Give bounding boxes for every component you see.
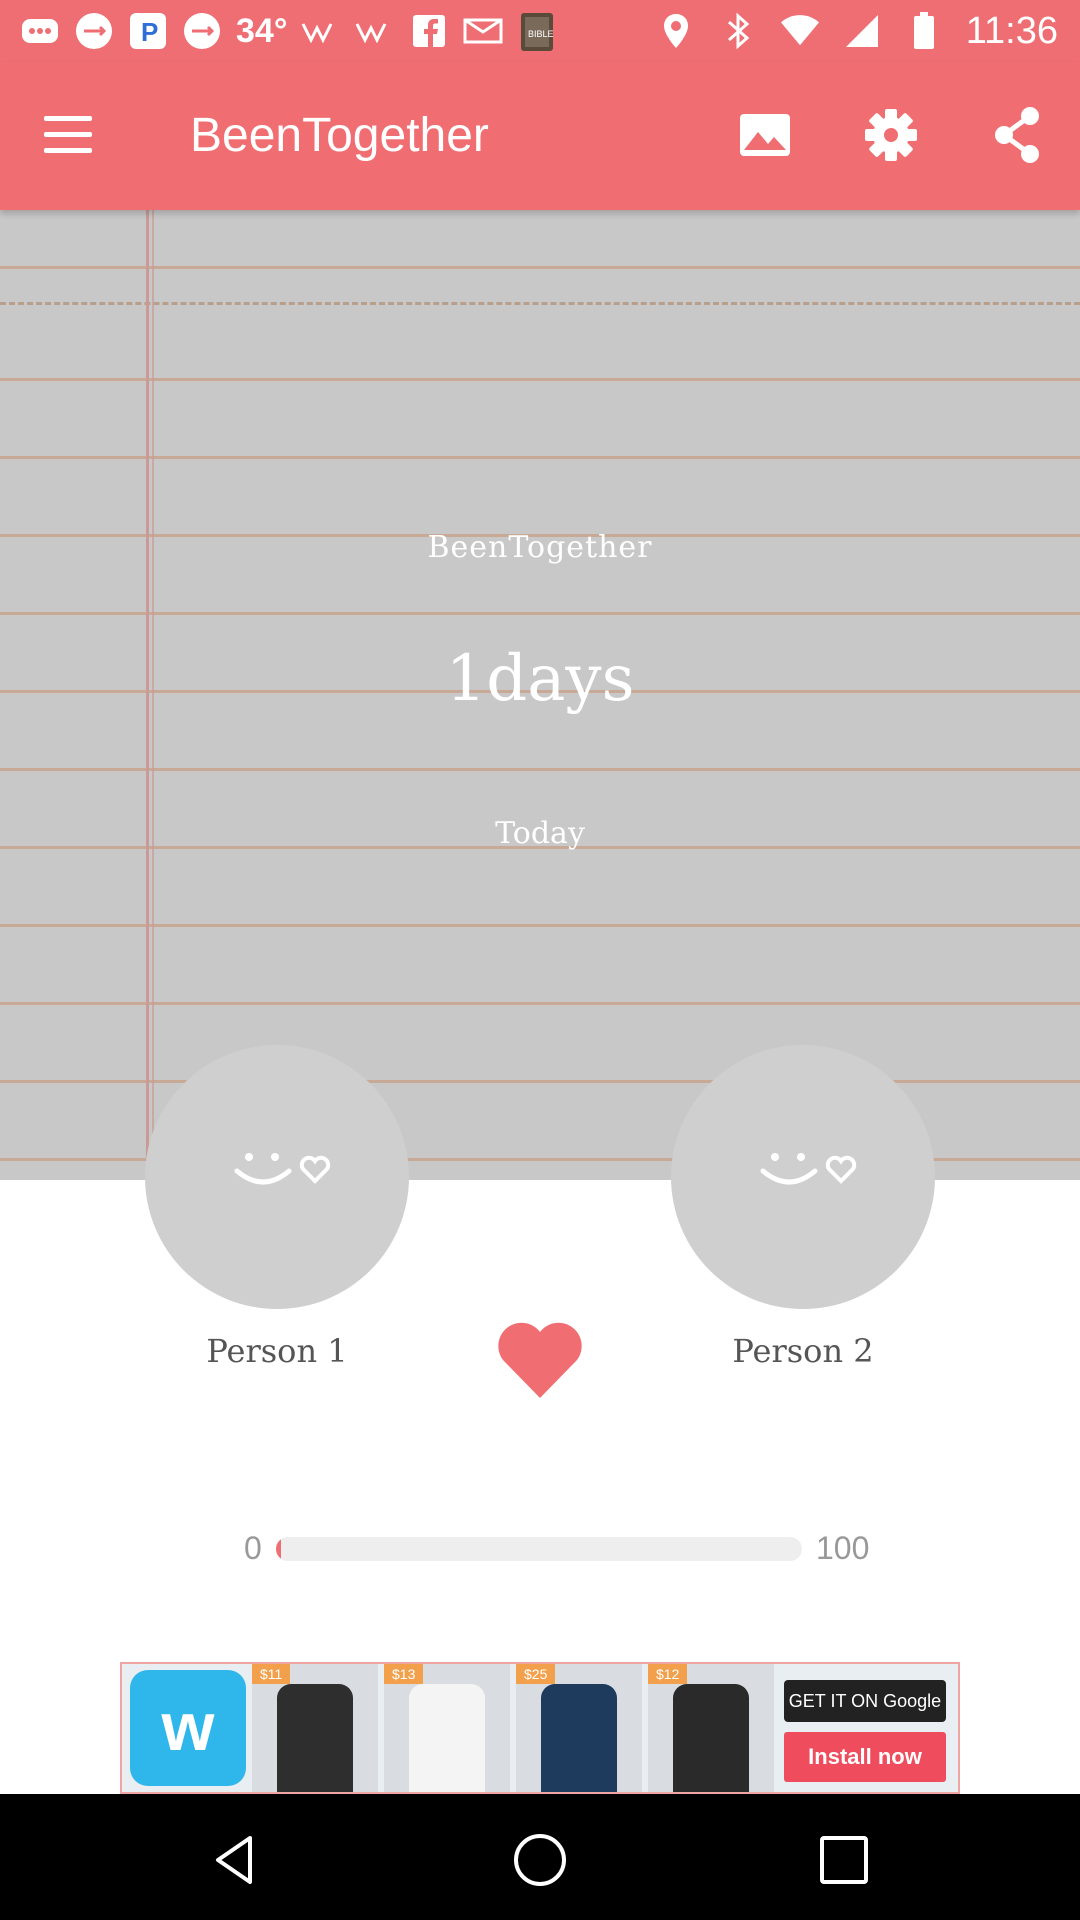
settings-icon[interactable] — [858, 102, 924, 168]
ad-product: $25 — [516, 1664, 642, 1792]
weather-icon — [301, 11, 341, 51]
more-notifications-icon — [20, 11, 60, 51]
person2-avatar[interactable] — [671, 1045, 935, 1309]
home-icon[interactable] — [510, 1830, 570, 1890]
facebook-icon — [409, 11, 449, 51]
temperature-text: 34° — [236, 11, 288, 50]
person1-avatar[interactable] — [145, 1045, 409, 1309]
progress-fill — [276, 1537, 282, 1561]
clock-text: 11:36 — [965, 9, 1058, 52]
counter-card[interactable]: BeenTogether 1days Today — [0, 210, 1080, 1180]
bible-icon: BIBLE — [517, 11, 557, 51]
menu-icon[interactable] — [40, 110, 96, 162]
wifi-icon — [780, 11, 820, 51]
person1-name[interactable]: Person 1 — [145, 1332, 409, 1370]
image-icon[interactable] — [732, 102, 798, 168]
ad-product: $11 — [252, 1664, 378, 1792]
weather-icon — [355, 11, 395, 51]
battery-icon — [904, 11, 944, 51]
navigation-bar — [0, 1794, 1080, 1920]
svg-text:P: P — [141, 17, 158, 47]
heart-icon — [495, 1320, 585, 1400]
start-date-label: Today — [495, 816, 585, 851]
usb-icon — [74, 11, 114, 51]
progress-min-label: 0 — [244, 1530, 262, 1566]
picsart-icon: P — [128, 11, 168, 51]
paper-dotted-line — [0, 302, 1080, 305]
counter-title: BeenTogether — [427, 530, 653, 565]
person2-name[interactable]: Person 2 — [671, 1332, 935, 1370]
progress-max-label: 100 — [816, 1530, 870, 1566]
location-icon — [656, 11, 696, 51]
days-count: 1days — [445, 642, 635, 716]
ad-banner[interactable]: w $11 $13 $25 $12 GET IT ON Google Play … — [120, 1662, 960, 1794]
bluetooth-icon — [718, 11, 758, 51]
status-bar: P 34° BIBLE 11:36 — [0, 0, 1080, 62]
ad-product: $13 — [384, 1664, 510, 1792]
gmail-icon — [463, 11, 503, 51]
app-title: BeenTogether — [190, 109, 489, 162]
share-icon[interactable] — [984, 102, 1050, 168]
app-bar: BeenTogether — [0, 62, 1080, 210]
install-now-button[interactable]: Install now — [784, 1732, 946, 1782]
back-icon[interactable] — [206, 1830, 266, 1890]
usb-icon — [182, 11, 222, 51]
progress-bar — [276, 1537, 802, 1561]
ad-product: $12 — [648, 1664, 774, 1792]
wish-logo-icon: w — [130, 1670, 246, 1786]
google-play-badge: GET IT ON Google Play — [784, 1680, 946, 1753]
recent-apps-icon[interactable] — [814, 1830, 874, 1890]
signal-icon — [842, 11, 882, 51]
svg-text:BIBLE: BIBLE — [528, 29, 554, 39]
